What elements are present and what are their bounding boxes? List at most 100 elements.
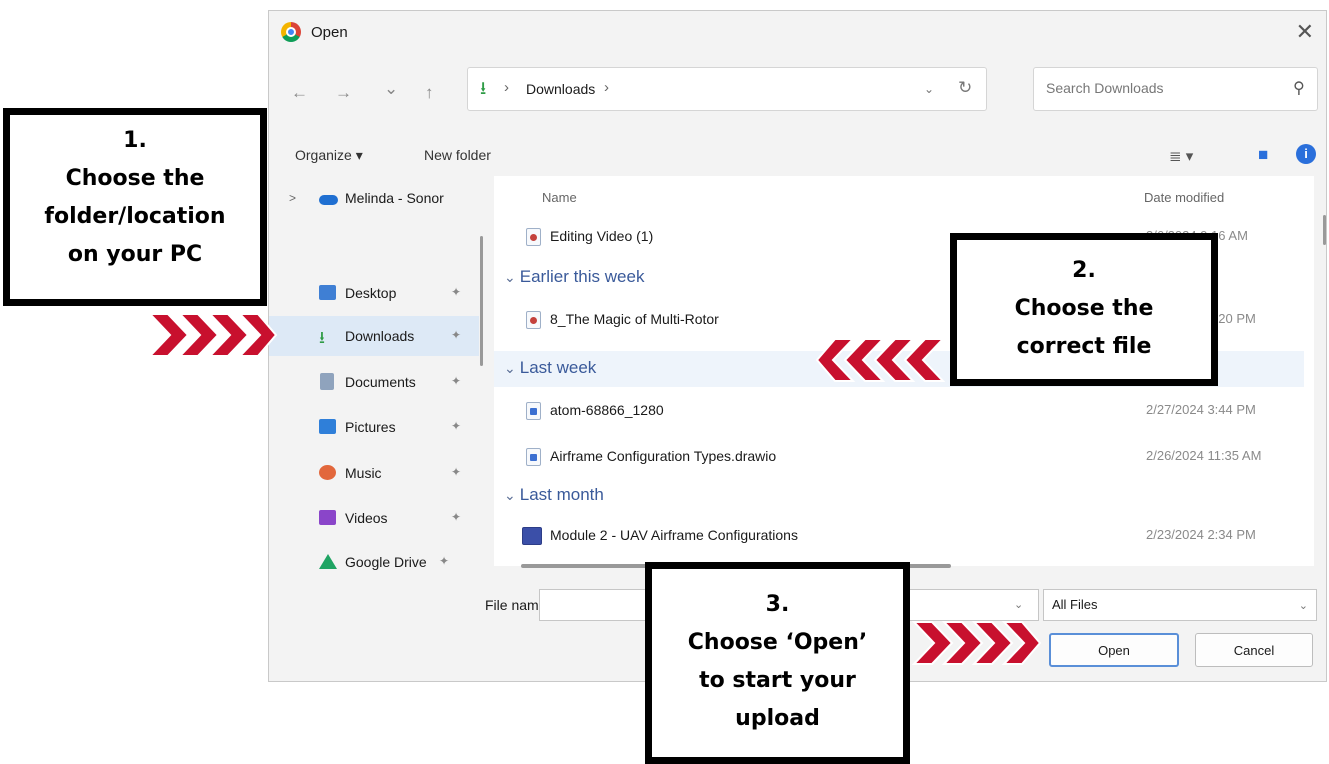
callout-text: to start your xyxy=(699,668,856,693)
collapse-chevron-icon[interactable]: ⌄ xyxy=(504,269,516,285)
address-history-chevron-icon[interactable]: ⌄ xyxy=(924,82,934,96)
group-header-label-wrap: ⌄ Last week xyxy=(504,358,596,378)
callout-text: 2. xyxy=(1072,258,1096,283)
file-date: 2/26/2024 11:35 AM xyxy=(1146,448,1262,463)
chevron-arrow-right-icon xyxy=(148,313,278,357)
pin-icon: ✦ xyxy=(451,510,462,524)
callout-text: 3. xyxy=(765,592,790,617)
pin-icon: ✦ xyxy=(451,374,462,388)
file-date: 2/23/2024 2:34 PM xyxy=(1146,527,1256,542)
callout-step-2: 2. Choose the correct file xyxy=(950,233,1218,386)
chrome-icon xyxy=(281,22,301,42)
view-options-icon[interactable]: ≣ ▾ xyxy=(1169,147,1193,165)
sidebar-item-desktop[interactable]: Desktop ✦ xyxy=(269,273,479,313)
new-folder-button[interactable]: New folder xyxy=(424,147,491,163)
file-name-chevron-icon[interactable]: ⌄ xyxy=(1014,598,1023,611)
file-name: atom-68866_1280 xyxy=(550,402,664,418)
pin-icon: ✦ xyxy=(451,465,462,479)
sidebar-scrollbar[interactable] xyxy=(480,236,483,366)
file-date: 2/27/2024 3:44 PM xyxy=(1146,402,1256,417)
file-icon xyxy=(526,448,541,466)
chevron-down-icon: ⌄ xyxy=(1298,600,1308,612)
sidebar-item-music[interactable]: Music ✦ xyxy=(269,453,479,493)
group-header-earlier-this-week[interactable]: ⌄ Earlier this week xyxy=(504,267,644,287)
sidebar-item-pictures[interactable]: Pictures ✦ xyxy=(269,407,479,447)
callout-text: folder/location xyxy=(44,204,226,229)
callout-text: on your PC xyxy=(67,242,203,267)
breadcrumb-separator: › xyxy=(504,79,509,96)
callout-step-3: 3. Choose ‘Open’ to start your upload xyxy=(645,562,910,764)
open-button[interactable]: Open xyxy=(1049,633,1179,667)
videos-icon xyxy=(319,510,336,525)
breadcrumb-separator-end[interactable]: › xyxy=(604,79,609,96)
breadcrumb-downloads[interactable]: Downloads xyxy=(526,81,595,97)
file-icon xyxy=(526,402,541,420)
pin-icon: ✦ xyxy=(439,554,450,568)
file-row[interactable]: Airframe Configuration Types.drawio 2/26… xyxy=(494,438,1304,476)
callout-text: 1. xyxy=(123,128,147,153)
onedrive-cloud-icon xyxy=(319,195,338,205)
forward-arrow-icon[interactable]: → xyxy=(335,83,352,103)
collapse-chevron-icon[interactable]: ⌄ xyxy=(504,487,516,503)
sidebar-item-videos[interactable]: Videos ✦ xyxy=(269,498,479,538)
column-header-date-modified[interactable]: Date modified xyxy=(1144,190,1224,205)
callout-text: Choose ‘Open’ xyxy=(687,630,868,655)
address-bar[interactable]: ⭳ › Downloads › ⌄ ↻ xyxy=(467,67,987,111)
sidebar-item-label: Pictures xyxy=(345,419,396,435)
file-type-select[interactable]: All Files ⌄ xyxy=(1043,589,1317,621)
collapse-chevron-icon[interactable]: ⌄ xyxy=(504,360,516,376)
documents-icon xyxy=(320,373,334,390)
callout-step-1: 1. Choose the folder/location on your PC xyxy=(3,108,267,306)
group-header-label: Last week xyxy=(519,358,597,377)
chevron-arrow-left-icon xyxy=(815,338,945,382)
refresh-icon[interactable]: ↻ xyxy=(958,78,972,98)
group-header-last-month[interactable]: ⌄ Last month xyxy=(504,485,604,505)
download-icon: ⭳ xyxy=(319,328,325,347)
pin-icon: ✦ xyxy=(451,419,462,433)
sidebar-item-label: Videos xyxy=(345,510,388,526)
powerpoint-file-icon xyxy=(522,527,542,545)
search-icon[interactable]: ⚲ xyxy=(1293,78,1305,98)
up-arrow-icon[interactable]: ↑ xyxy=(425,83,434,103)
chevron-arrow-right-icon xyxy=(912,621,1042,665)
sidebar-item-label: Downloads xyxy=(345,328,415,344)
callout-text: Choose the xyxy=(1014,296,1154,321)
close-icon[interactable]: ✕ xyxy=(1296,19,1314,45)
back-arrow-icon[interactable]: ← xyxy=(291,83,308,103)
recent-locations-chevron-icon[interactable]: ⌄ xyxy=(384,79,398,99)
sidebar-item-onedrive[interactable]: > Melinda - Sonor xyxy=(269,180,479,216)
file-row[interactable]: Module 2 - UAV Airframe Configurations 2… xyxy=(494,517,1304,555)
column-header-name[interactable]: Name xyxy=(542,190,577,205)
file-name: 8_The Magic of Multi-Rotor xyxy=(550,311,719,327)
search-box[interactable]: ⚲ xyxy=(1033,67,1318,111)
desktop-icon xyxy=(319,285,336,300)
dialog-title: Open xyxy=(311,24,348,41)
file-row[interactable]: atom-68866_1280 2/27/2024 3:44 PM xyxy=(494,392,1304,430)
group-header-label: Earlier this week xyxy=(519,267,645,286)
sidebar-item-google-drive[interactable]: Google Drive ✦ xyxy=(269,542,479,582)
file-name: Airframe Configuration Types.drawio xyxy=(550,448,777,464)
file-list-scrollbar[interactable] xyxy=(1323,215,1326,245)
expand-chevron-icon[interactable]: > xyxy=(289,191,296,205)
file-icon xyxy=(526,311,541,329)
cancel-button[interactable]: Cancel xyxy=(1195,633,1313,667)
callout-text: Choose the xyxy=(65,166,205,191)
file-name: Editing Video (1) xyxy=(550,228,654,244)
file-name: Module 2 - UAV Airframe Configurations xyxy=(550,527,798,543)
sidebar-item-downloads[interactable]: ⭳ Downloads ✦ xyxy=(269,316,479,356)
sidebar-item-label: Melinda - Sonor xyxy=(345,190,444,206)
download-icon: ⭳ xyxy=(480,78,487,98)
callout-text: upload xyxy=(735,706,820,731)
pin-icon: ✦ xyxy=(451,328,462,342)
sidebar-item-documents[interactable]: Documents ✦ xyxy=(269,362,479,402)
sidebar-item-label: Desktop xyxy=(345,285,397,301)
organize-menu[interactable]: Organize ▾ xyxy=(295,147,363,164)
help-icon[interactable]: i xyxy=(1296,144,1316,164)
pictures-icon xyxy=(319,419,336,434)
group-header-label: Last month xyxy=(519,485,604,504)
preview-pane-icon[interactable]: ■ xyxy=(1258,145,1268,165)
callout-text: correct file xyxy=(1016,334,1152,359)
pin-icon: ✦ xyxy=(451,285,462,299)
sidebar-item-label: Documents xyxy=(345,374,416,390)
search-input[interactable] xyxy=(1046,80,1266,96)
